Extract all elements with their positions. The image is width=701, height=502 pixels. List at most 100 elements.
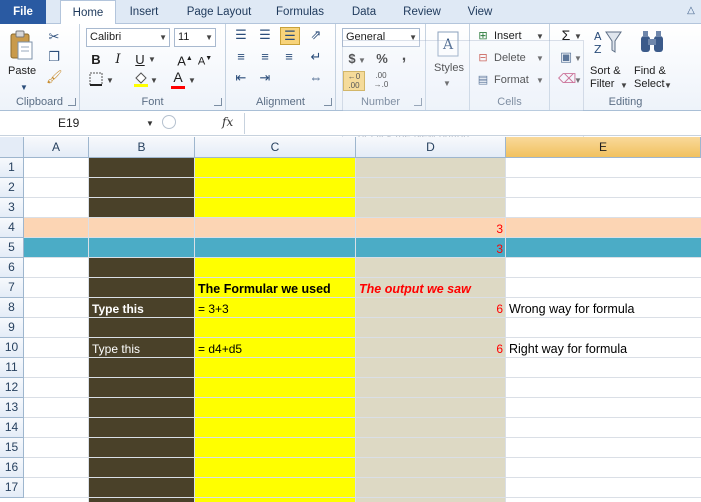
worksheet-grid[interactable]: A B C D E 1 2 3 4 5 6 7 8 9 10 11 12 13 14 15 16 17 3 3 …	[0, 137, 701, 502]
tab-page-layout[interactable]: Page Layout	[178, 0, 260, 24]
delete-cells-button[interactable]: Delete	[494, 52, 526, 64]
underline-dropdown-icon[interactable]: ▼	[148, 52, 156, 68]
borders-icon[interactable]	[88, 72, 104, 90]
formula-input[interactable]	[244, 113, 701, 134]
cell-e8[interactable]: Wrong way for formula	[506, 299, 638, 319]
align-center-icon[interactable]: ≡	[256, 49, 274, 65]
clear-eraser-icon[interactable]: ⌫	[558, 71, 576, 87]
accounting-dropdown-icon[interactable]: ▼	[358, 53, 366, 69]
font-name-combo[interactable]: Calibri ▼	[86, 28, 170, 47]
wrap-text-icon[interactable]: ↵	[306, 49, 326, 65]
column-header-a[interactable]: A	[24, 137, 89, 158]
row-header[interactable]: 8	[0, 298, 24, 318]
italic-icon[interactable]: I	[110, 52, 126, 68]
styles-icon[interactable]: A	[436, 30, 460, 58]
increase-decimal-icon[interactable]: ←0.00	[343, 71, 365, 91]
row-header[interactable]: 11	[0, 358, 24, 378]
binoculars-icon[interactable]	[638, 28, 666, 56]
row-header[interactable]: 1	[0, 158, 24, 178]
fill-color-dropdown-icon[interactable]: ▼	[150, 73, 158, 89]
row-header[interactable]: 17	[0, 478, 24, 498]
align-middle-icon[interactable]: ☰	[256, 27, 274, 43]
delete-cells-icon[interactable]: ⊟	[476, 50, 490, 66]
cell-d5[interactable]: 3	[356, 239, 506, 259]
row-header[interactable]: 13	[0, 398, 24, 418]
bold-icon[interactable]: B	[88, 52, 104, 68]
row-header[interactable]: 15	[0, 438, 24, 458]
cell-d8[interactable]: 6	[356, 299, 506, 319]
cell-b8[interactable]: Type this	[89, 299, 147, 319]
row-header[interactable]: 6	[0, 258, 24, 278]
sort-filter-label-2[interactable]: Filter	[590, 78, 614, 90]
number-launcher-icon[interactable]	[414, 98, 422, 106]
align-right-icon[interactable]: ≡	[280, 49, 298, 65]
cut-icon[interactable]: ✂	[46, 29, 62, 45]
insert-cells-button[interactable]: Insert	[494, 30, 522, 42]
copy-icon[interactable]: ❐	[46, 49, 62, 65]
find-select-dropdown-icon[interactable]: ▼	[664, 78, 672, 94]
align-bottom-icon[interactable]: ☰	[280, 27, 300, 45]
autosum-icon[interactable]: Σ	[558, 27, 574, 43]
row-header[interactable]: 5	[0, 238, 24, 258]
format-dropdown-icon[interactable]: ▼	[536, 73, 544, 89]
find-select-label-2[interactable]: Select	[634, 78, 665, 90]
row-header[interactable]: 9	[0, 318, 24, 338]
row-header[interactable]: 14	[0, 418, 24, 438]
sort-filter-label-1[interactable]: Sort &	[590, 65, 621, 77]
column-header-c[interactable]: C	[195, 137, 356, 158]
number-format-combo[interactable]: General ▼	[342, 28, 420, 47]
format-cells-icon[interactable]: ▤	[476, 72, 490, 88]
fill-dropdown-icon[interactable]: ▼	[574, 51, 582, 67]
column-header-e[interactable]: E	[506, 137, 701, 158]
cell-d4[interactable]: 3	[356, 219, 506, 239]
select-all-corner[interactable]	[0, 137, 24, 158]
cell-c10[interactable]: = d4+d5	[195, 339, 245, 359]
format-cells-button[interactable]: Format	[494, 74, 529, 86]
column-header-d[interactable]: D	[356, 137, 506, 158]
cell-e10[interactable]: Right way for formula	[506, 339, 630, 359]
formula-bar-resize-handle[interactable]	[162, 115, 176, 129]
percent-style-button[interactable]: %	[374, 51, 390, 67]
increase-indent-icon[interactable]: ⇥	[256, 70, 274, 86]
tab-file[interactable]: File	[0, 0, 46, 24]
column-header-b[interactable]: B	[89, 137, 195, 158]
cell-c7[interactable]: The Formular we used	[195, 279, 334, 299]
insert-dropdown-icon[interactable]: ▼	[536, 29, 544, 45]
name-box[interactable]: E19 ▼	[0, 114, 158, 133]
align-top-icon[interactable]: ☰	[232, 27, 250, 43]
paste-dropdown-icon[interactable]: ▼	[20, 80, 28, 96]
font-size-combo[interactable]: 11 ▼	[174, 28, 216, 47]
chevron-down-icon[interactable]: ▼	[146, 114, 154, 133]
sort-filter-icon[interactable]: AZ	[594, 28, 622, 56]
cell-c8[interactable]: = 3+3	[195, 299, 232, 319]
format-painter-icon[interactable]: 🖌	[46, 69, 63, 85]
merge-center-icon[interactable]: ⇔	[306, 70, 326, 86]
tab-insert[interactable]: Insert	[120, 0, 168, 24]
grow-font-icon[interactable]: A▲	[176, 51, 194, 69]
styles-button[interactable]: Styles	[434, 62, 464, 74]
decrease-indent-icon[interactable]: ⇤	[232, 70, 250, 86]
font-color-icon[interactable]: A	[170, 69, 186, 85]
cell-b10[interactable]: Type this	[89, 339, 143, 359]
row-header[interactable]: 7	[0, 278, 24, 298]
tab-data[interactable]: Data	[342, 0, 386, 24]
row-header[interactable]: 16	[0, 458, 24, 478]
comma-style-button[interactable]: ,	[396, 48, 412, 64]
find-select-label-1[interactable]: Find &	[634, 65, 666, 77]
underline-icon[interactable]: U	[132, 52, 148, 68]
cell-d10[interactable]: 6	[356, 339, 506, 359]
alignment-launcher-icon[interactable]	[324, 98, 332, 106]
font-launcher-icon[interactable]	[214, 98, 222, 106]
row-header[interactable]: 12	[0, 378, 24, 398]
align-left-icon[interactable]: ≡	[232, 49, 250, 65]
insert-function-button[interactable]: fx	[222, 115, 233, 129]
styles-dropdown-icon[interactable]: ▼	[443, 76, 451, 92]
fill-color-icon[interactable]	[132, 70, 150, 92]
cell-d7[interactable]: The output we saw	[356, 279, 474, 299]
row-header[interactable]: 3	[0, 198, 24, 218]
tab-home[interactable]: Home	[60, 0, 116, 25]
row-header[interactable]: 2	[0, 178, 24, 198]
shrink-font-icon[interactable]: A▼	[196, 51, 214, 70]
tab-formulas[interactable]: Formulas	[268, 0, 332, 24]
minimize-ribbon-icon[interactable]: △	[685, 5, 697, 17]
